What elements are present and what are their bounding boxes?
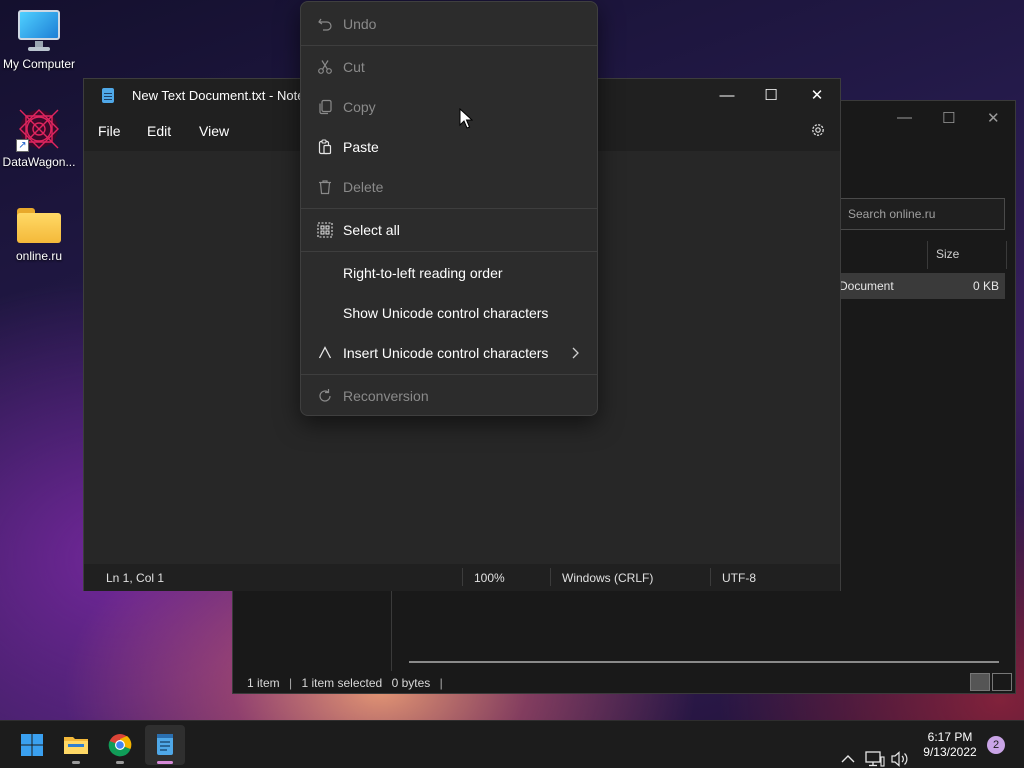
status-separator: |: [289, 676, 293, 690]
taskbar: 6:17 PM 9/13/2022: [0, 720, 1024, 768]
trash-icon: [319, 180, 331, 195]
item-count: 1 item: [247, 676, 280, 690]
menu-item-show-unicode[interactable]: Show Unicode control characters: [305, 295, 595, 331]
mouse-cursor-icon: [459, 108, 473, 129]
clock-time: 6:17 PM: [927, 730, 973, 744]
running-indicator: [116, 761, 124, 764]
menu-item-label: Cut: [343, 59, 365, 75]
chrome-icon: [108, 734, 132, 757]
desktop-icon-label: DataWagon...: [2, 155, 76, 169]
scissors-icon: [318, 60, 332, 74]
running-indicator: [72, 761, 80, 764]
menu-separator: [301, 208, 597, 209]
clock-date: 9/13/2022: [923, 745, 977, 759]
settings-gear-icon[interactable]: [810, 122, 826, 138]
menu-item-reconversion[interactable]: Reconversion: [305, 378, 595, 414]
menu-item-delete[interactable]: Delete: [305, 169, 595, 205]
insert-caret-icon: [318, 346, 332, 359]
datawagon-logo-icon: ↗: [16, 106, 62, 152]
start-button[interactable]: [12, 725, 52, 765]
taskbar-chrome[interactable]: [100, 725, 140, 765]
column-header-size[interactable]: Size: [927, 241, 1007, 269]
selected-count: 1 item selected: [301, 676, 383, 690]
context-menu: Undo Cut Copy Paste Delete Select all Ri…: [300, 1, 598, 416]
desktop-icon-my-computer[interactable]: My Computer: [0, 10, 78, 71]
menu-edit[interactable]: Edit: [147, 123, 171, 139]
pane-divider[interactable]: [391, 591, 392, 671]
menu-separator: [301, 45, 597, 46]
status-divider: [462, 568, 463, 586]
copy-icon: [319, 99, 332, 115]
window-title: New Text Document.txt - Notep: [132, 88, 312, 103]
menu-separator: [301, 251, 597, 252]
menu-item-copy[interactable]: Copy: [305, 89, 595, 125]
status-divider: [710, 568, 711, 586]
menu-separator: [301, 374, 597, 375]
file-row[interactable]: Document 0 KB: [833, 273, 1005, 299]
menu-view[interactable]: View: [199, 123, 229, 139]
menu-item-label: Right-to-left reading order: [343, 265, 503, 281]
status-divider: [550, 568, 551, 586]
shortcut-arrow-icon: ↗: [16, 139, 29, 152]
desktop-icon-label: online.ru: [15, 249, 63, 263]
folder-icon: [64, 737, 88, 754]
desktop-icon-online-ru[interactable]: online.ru: [0, 204, 78, 263]
active-indicator: [157, 761, 173, 764]
taskbar-file-explorer[interactable]: [56, 725, 96, 765]
menu-item-undo[interactable]: Undo: [305, 6, 595, 42]
maximize-button[interactable]: ☐: [748, 83, 794, 109]
desktop-icon-datawagon[interactable]: ↗ DataWagon...: [0, 106, 78, 169]
menu-item-paste[interactable]: Paste: [305, 129, 595, 165]
chevron-right-icon: [572, 347, 579, 359]
explorer-status-bar: 1 item | 1 item selected 0 bytes |: [233, 673, 1015, 693]
notification-badge[interactable]: 2: [987, 736, 1005, 754]
notepad-status-bar: Ln 1, Col 1 100% Windows (CRLF) UTF-8: [84, 564, 840, 591]
undo-icon: [318, 18, 332, 31]
file-size: 0 KB: [972, 279, 999, 293]
menu-item-label: Reconversion: [343, 388, 429, 404]
minimize-icon[interactable]: —: [897, 109, 912, 126]
menu-item-label: Undo: [343, 16, 377, 32]
volume-icon[interactable]: [890, 735, 910, 768]
windows-logo-icon: [21, 734, 43, 756]
maximize-icon[interactable]: ☐: [942, 109, 955, 127]
cursor-position: Ln 1, Col 1: [106, 571, 165, 585]
menu-item-insert-unicode[interactable]: Insert Unicode control characters: [305, 335, 595, 371]
network-icon[interactable]: [864, 735, 886, 768]
menu-item-label: Show Unicode control characters: [343, 305, 549, 321]
paste-clipboard-icon: [318, 139, 332, 155]
menu-item-select-all[interactable]: Select all: [305, 212, 595, 248]
menu-item-rtl-reading-order[interactable]: Right-to-left reading order: [305, 255, 595, 291]
details-view-icon[interactable]: [970, 673, 990, 691]
chevron-up-icon[interactable]: [838, 735, 858, 768]
desktop-icon-label: My Computer: [2, 57, 76, 71]
menu-item-label: Insert Unicode control characters: [343, 345, 549, 361]
menu-item-label: Select all: [343, 222, 400, 238]
line-ending: Windows (CRLF): [562, 571, 654, 585]
menu-item-cut[interactable]: Cut: [305, 49, 595, 85]
menu-item-label: Delete: [343, 179, 384, 195]
selected-bytes: 0 bytes: [391, 676, 431, 690]
search-input[interactable]: Search online.ru: [837, 198, 1005, 230]
status-separator: |: [439, 676, 443, 690]
system-clock[interactable]: 6:17 PM 9/13/2022: [914, 730, 986, 760]
reconversion-icon: [319, 389, 331, 402]
horizontal-scrollbar[interactable]: [409, 661, 999, 663]
file-type: Document: [839, 279, 894, 293]
menu-item-label: Paste: [343, 139, 379, 155]
zoom-level: 100%: [474, 571, 505, 585]
menu-file[interactable]: File: [98, 123, 121, 139]
taskbar-notepad[interactable]: [145, 725, 185, 765]
minimize-button[interactable]: —: [704, 83, 750, 109]
notepad-icon: [157, 734, 173, 755]
large-icons-view-icon[interactable]: [992, 673, 1012, 691]
menu-item-label: Copy: [343, 99, 376, 115]
notepad-icon: [102, 88, 114, 103]
encoding: UTF-8: [722, 571, 756, 585]
select-all-icon: [317, 222, 333, 238]
close-icon[interactable]: ✕: [987, 109, 1000, 127]
close-button[interactable]: ✕: [794, 83, 840, 109]
computer-icon: [18, 10, 60, 54]
folder-icon: [17, 208, 61, 246]
